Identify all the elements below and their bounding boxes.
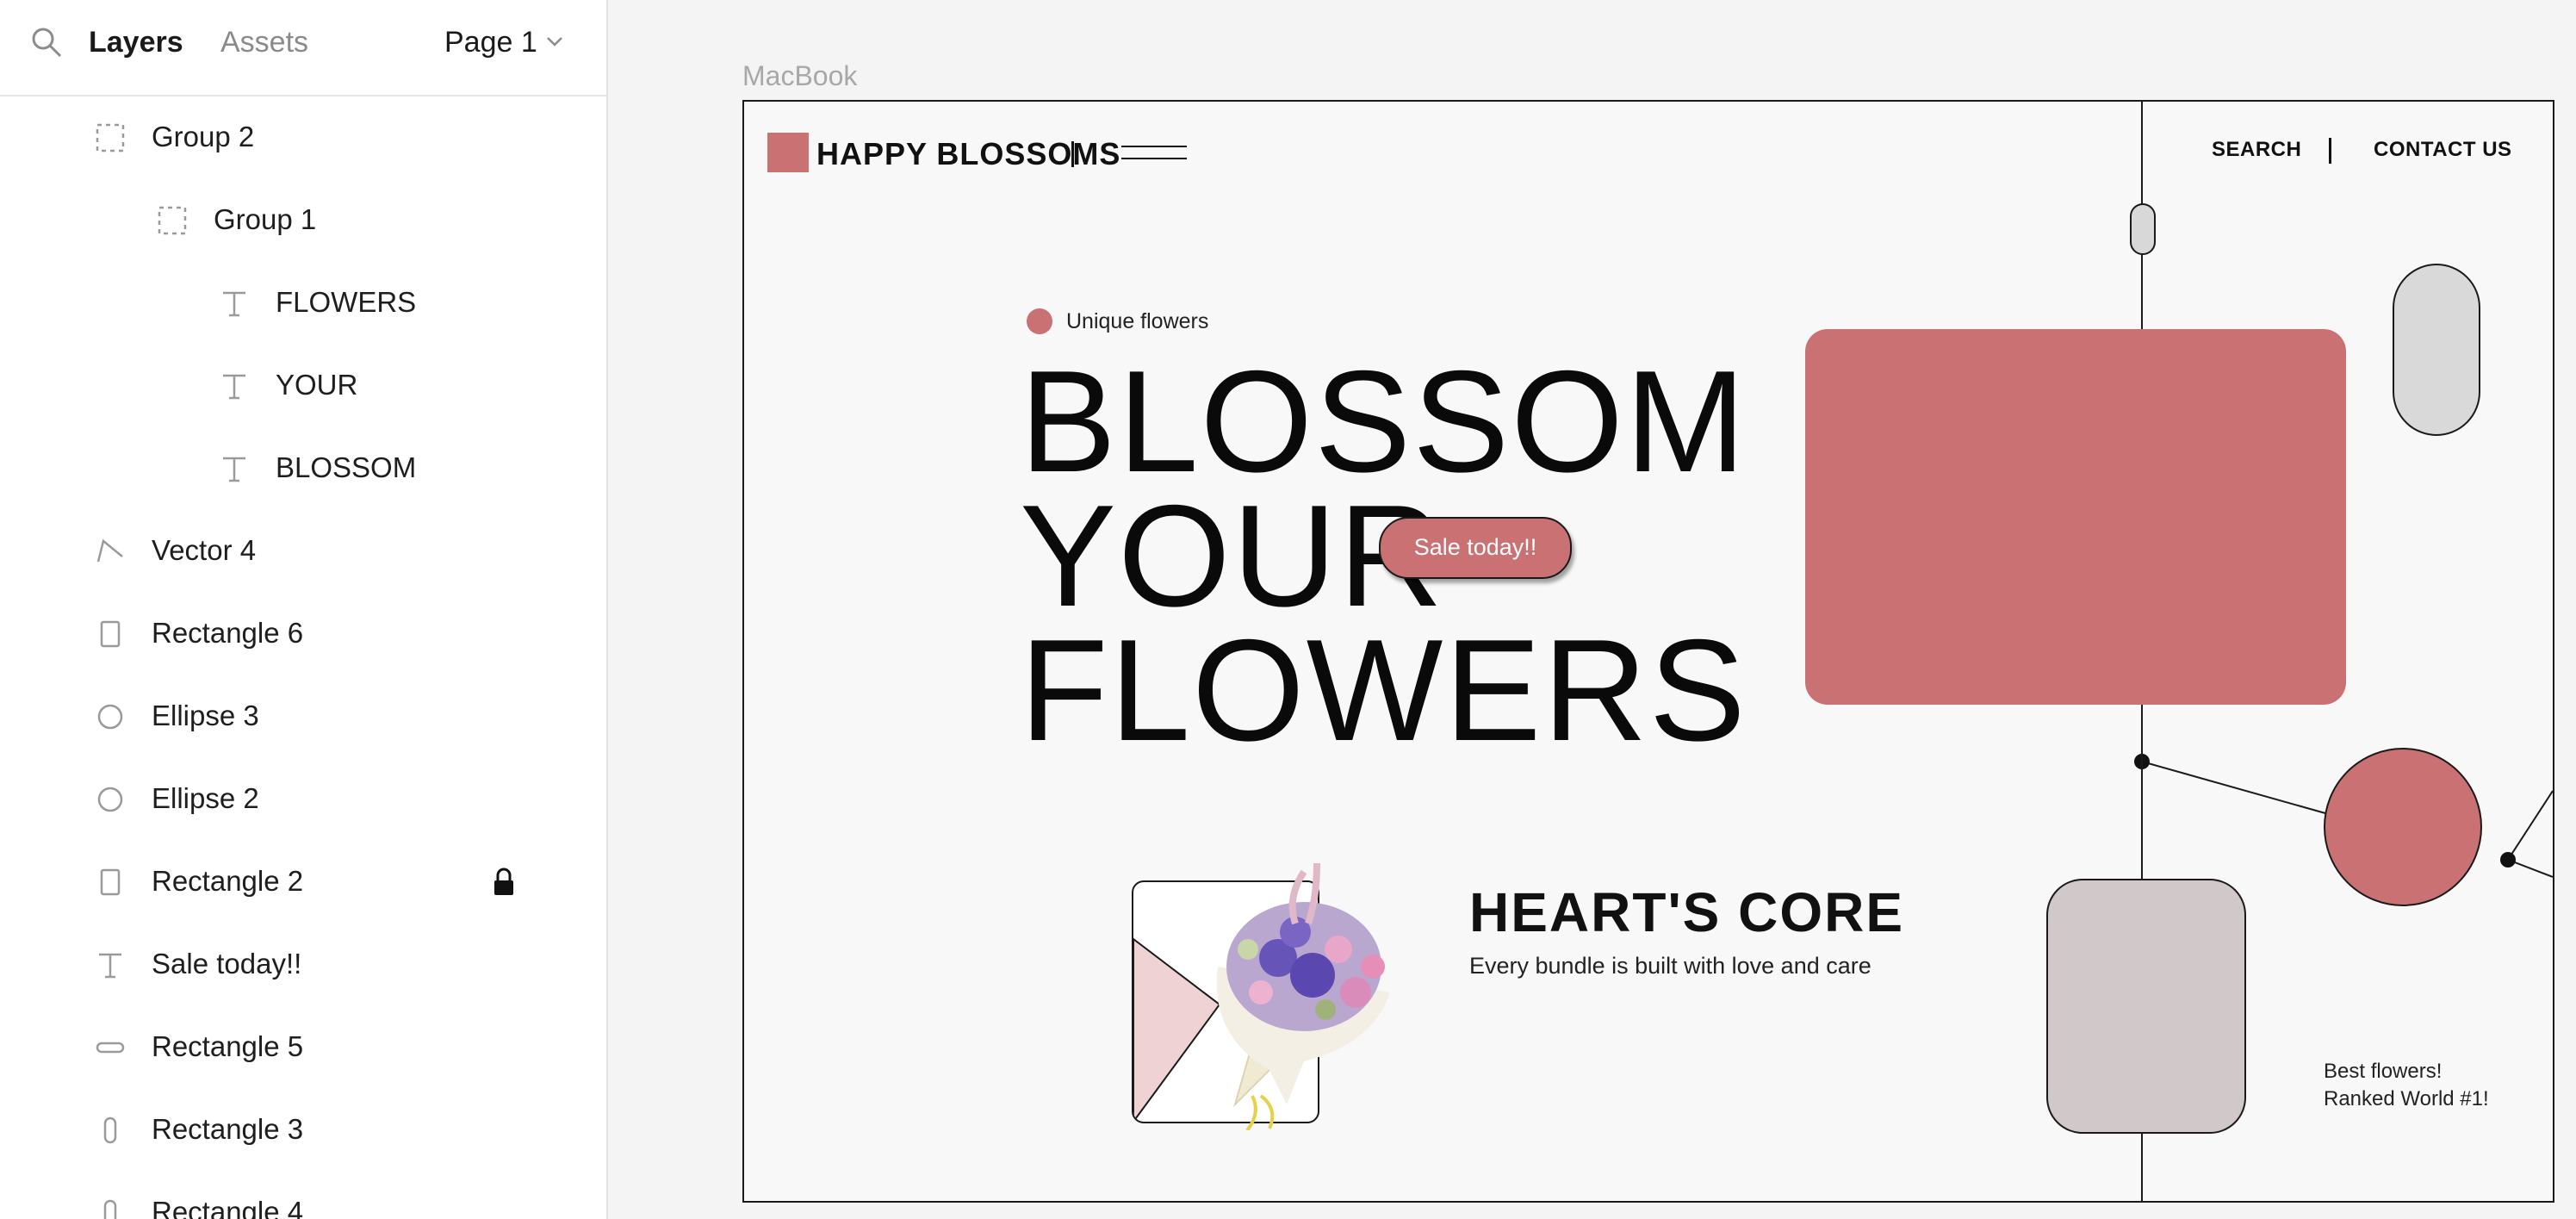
layer-row-group-1[interactable]: Group 1 xyxy=(0,179,606,262)
layer-row-rectangle-6[interactable]: Rectangle 6 xyxy=(0,593,606,675)
layer-label: Rectangle 5 xyxy=(152,1030,304,1062)
gray-rounded-rectangle[interactable] xyxy=(2046,879,2246,1134)
layer-label: Group 1 xyxy=(214,203,317,235)
layer-row-rectangle-3[interactable]: Rectangle 3 xyxy=(0,1089,606,1172)
small-pill-shape[interactable] xyxy=(2130,203,2156,255)
layer-row-vector-4[interactable]: Vector 4 xyxy=(0,510,606,593)
layer-label: YOUR xyxy=(276,369,358,401)
brand-logo[interactable] xyxy=(767,133,809,172)
vector-icon xyxy=(96,538,123,563)
pill-icon xyxy=(103,1199,117,1219)
layer-label: Rectangle 4 xyxy=(152,1196,304,1219)
layers-panel: Layers Assets Page 1 Group 2 Group 1 FLO… xyxy=(0,0,608,1219)
layer-label: Vector 4 xyxy=(152,534,257,566)
divider xyxy=(1071,141,1074,167)
layer-row-ellipse-2[interactable]: Ellipse 2 xyxy=(0,758,606,841)
divider xyxy=(2329,138,2331,164)
layer-row-blossom[interactable]: BLOSSOM xyxy=(0,427,606,510)
hamburger-menu-icon[interactable] xyxy=(1121,146,1187,163)
accent-circle[interactable] xyxy=(2324,748,2482,906)
nav-contact-link[interactable]: CONTACT US xyxy=(2374,138,2512,162)
layer-label: FLOWERS xyxy=(276,286,417,318)
layer-row-ellipse-3[interactable]: Ellipse 3 xyxy=(0,675,606,758)
rounded-rect-icon xyxy=(96,1042,125,1054)
layer-row-group-2[interactable]: Group 2 xyxy=(0,96,606,179)
layer-label: Rectangle 3 xyxy=(152,1113,304,1145)
chevron-down-icon[interactable] xyxy=(544,31,565,52)
sale-button[interactable]: Sale today!! xyxy=(1379,517,1572,579)
nav-search-link[interactable]: SEARCH xyxy=(2212,138,2301,162)
hero-line-3[interactable]: FLOWERS xyxy=(1020,617,1747,763)
group-icon xyxy=(96,123,125,152)
hero-line-1[interactable]: BLOSSOM xyxy=(1020,348,1747,494)
layer-row-rectangle-5[interactable]: Rectangle 5 xyxy=(0,1006,606,1089)
tagline-dot xyxy=(1027,308,1052,334)
tab-assets[interactable]: Assets xyxy=(220,24,308,60)
frame-label[interactable]: MacBook xyxy=(742,60,857,92)
ranking-badge-text[interactable]: Best flowers! Ranked World #1! xyxy=(2324,1058,2489,1113)
ellipse-icon xyxy=(97,787,123,812)
layer-row-rectangle-4[interactable]: Rectangle 4 xyxy=(0,1172,606,1219)
lock-icon[interactable] xyxy=(491,867,517,898)
layer-label: Ellipse 2 xyxy=(152,782,259,814)
ellipse-icon xyxy=(97,704,123,730)
layer-row-your[interactable]: YOUR xyxy=(0,345,606,427)
group-icon xyxy=(158,206,187,235)
layer-label: BLOSSOM xyxy=(276,451,417,483)
layer-label: Rectangle 2 xyxy=(152,865,304,897)
layer-label: Ellipse 3 xyxy=(152,700,259,731)
feature-title[interactable]: HEART'S CORE xyxy=(1469,880,1904,944)
layer-row-rectangle-2[interactable]: Rectangle 2 xyxy=(0,841,606,924)
tab-layers[interactable]: Layers xyxy=(89,24,183,60)
bouquet-image[interactable] xyxy=(1175,846,1407,1130)
tagline[interactable]: Unique flowers xyxy=(1066,309,1208,334)
rectangle-icon xyxy=(100,620,121,648)
rectangle-icon xyxy=(100,868,121,896)
hero-image-rectangle[interactable] xyxy=(1805,329,2346,705)
brand-name[interactable]: HAPPY BLOSSOMS xyxy=(816,136,1120,172)
macbook-frame[interactable]: HAPPY BLOSSOMS SEARCH CONTACT US Unique … xyxy=(742,100,2554,1203)
layer-label: Rectangle 6 xyxy=(152,617,304,649)
panel-header: Layers Assets Page 1 xyxy=(0,0,606,96)
text-icon xyxy=(223,291,245,317)
layer-row-flowers[interactable]: FLOWERS xyxy=(0,262,606,345)
feature-subtitle[interactable]: Every bundle is built with love and care xyxy=(1469,953,1871,980)
search-icon[interactable] xyxy=(29,25,64,59)
text-icon xyxy=(99,953,121,979)
text-icon xyxy=(223,457,245,482)
pill-icon xyxy=(103,1116,117,1144)
layer-label: Group 2 xyxy=(152,121,255,152)
layer-row-sale-today[interactable]: Sale today!! xyxy=(0,924,606,1006)
page-selector[interactable]: Page 1 xyxy=(444,24,537,60)
layer-label: Sale today!! xyxy=(152,948,302,980)
text-icon xyxy=(223,374,245,400)
tall-pill-shape[interactable] xyxy=(2393,264,2480,436)
